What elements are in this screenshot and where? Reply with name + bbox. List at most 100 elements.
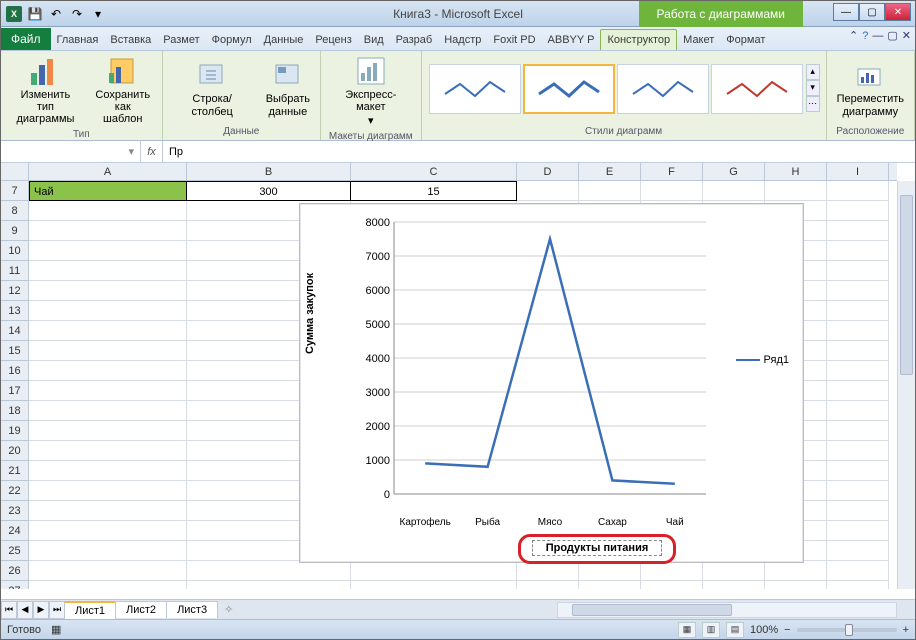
cell[interactable]: [641, 181, 703, 201]
cell[interactable]: [29, 381, 187, 401]
quick-layout-button[interactable]: Экспресс-макет ▾: [327, 53, 415, 129]
cell[interactable]: Чай: [29, 181, 187, 201]
save-template-button[interactable]: Сохранить как шаблон: [90, 53, 156, 127]
cell[interactable]: [29, 481, 187, 501]
style-scroll-down-icon[interactable]: ▾: [806, 80, 820, 96]
close-button[interactable]: ✕: [885, 3, 911, 21]
name-box[interactable]: ▾: [1, 141, 141, 162]
cell[interactable]: [29, 561, 187, 581]
namebox-dropdown-icon[interactable]: ▾: [128, 145, 134, 158]
zoom-slider[interactable]: [797, 628, 897, 632]
row-header[interactable]: 26: [1, 561, 28, 581]
change-chart-type-button[interactable]: Изменить тип диаграммы: [7, 53, 84, 127]
cell[interactable]: [827, 301, 889, 321]
cell[interactable]: [517, 561, 579, 581]
sheet-nav-first-icon[interactable]: ⏮: [1, 601, 17, 619]
zoom-thumb[interactable]: [845, 624, 853, 636]
cell[interactable]: [703, 561, 765, 581]
cell[interactable]: [517, 581, 579, 589]
cell[interactable]: [29, 441, 187, 461]
cell[interactable]: [29, 261, 187, 281]
cell[interactable]: [517, 181, 579, 201]
cell[interactable]: [29, 281, 187, 301]
cell[interactable]: 300: [187, 181, 351, 201]
cell[interactable]: [29, 461, 187, 481]
select-all-corner[interactable]: [1, 163, 29, 181]
cell[interactable]: [827, 561, 889, 581]
column-header[interactable]: G: [703, 163, 765, 180]
cell[interactable]: [827, 401, 889, 421]
view-normal-icon[interactable]: ▦: [678, 622, 696, 638]
zoom-out-icon[interactable]: −: [784, 624, 790, 636]
sheet-nav-prev-icon[interactable]: ◀: [17, 601, 33, 619]
cell[interactable]: [351, 561, 517, 581]
cell[interactable]: [641, 581, 703, 589]
worksheet-grid[interactable]: ABCDEFGHI 789101112131415161718192021222…: [1, 163, 915, 589]
cell[interactable]: [827, 461, 889, 481]
tab-addins[interactable]: Надстр: [438, 30, 487, 50]
sheet-tab-3[interactable]: Лист3: [166, 601, 218, 618]
cell[interactable]: [29, 401, 187, 421]
chart-legend[interactable]: Ряд1: [736, 354, 789, 366]
row-header[interactable]: 8: [1, 201, 28, 221]
chart-style-4[interactable]: [711, 64, 803, 114]
row-headers[interactable]: 789101112131415161718192021222324252627: [1, 181, 29, 589]
excel-app-icon[interactable]: X: [5, 5, 23, 23]
tab-chart-layout[interactable]: Макет: [677, 30, 720, 50]
cell[interactable]: [827, 321, 889, 341]
cell[interactable]: [29, 421, 187, 441]
tab-view[interactable]: Вид: [358, 30, 390, 50]
sheet-nav-next-icon[interactable]: ▶: [33, 601, 49, 619]
row-header[interactable]: 14: [1, 321, 28, 341]
cell[interactable]: [765, 181, 827, 201]
vertical-scrollbar[interactable]: [897, 181, 915, 589]
row-header[interactable]: 13: [1, 301, 28, 321]
ribbon-minimize-icon[interactable]: ⌃: [849, 29, 858, 42]
row-header[interactable]: 15: [1, 341, 28, 361]
switch-row-column-button[interactable]: Строка/столбец: [169, 57, 256, 119]
cell[interactable]: [641, 561, 703, 581]
cell[interactable]: [827, 181, 889, 201]
cell[interactable]: [579, 581, 641, 589]
workbook-close-icon[interactable]: ✕: [902, 29, 911, 42]
minimize-button[interactable]: —: [833, 3, 859, 21]
move-chart-button[interactable]: Переместить диаграмму: [833, 57, 908, 119]
chart-y-axis-title[interactable]: Сумма закупок: [304, 273, 316, 354]
chart-style-3[interactable]: [617, 64, 709, 114]
chart-style-2[interactable]: [523, 64, 615, 114]
cell[interactable]: [29, 541, 187, 561]
cell[interactable]: [579, 181, 641, 201]
view-pagebreak-icon[interactable]: ▤: [726, 622, 744, 638]
column-header[interactable]: A: [29, 163, 187, 180]
cell[interactable]: [827, 281, 889, 301]
row-header[interactable]: 17: [1, 381, 28, 401]
row-header[interactable]: 20: [1, 441, 28, 461]
cell[interactable]: [29, 341, 187, 361]
chart-x-axis-title[interactable]: Продукты питания: [532, 540, 662, 556]
sheet-nav-last-icon[interactable]: ⏭: [49, 601, 65, 619]
tab-developer[interactable]: Разраб: [390, 30, 439, 50]
macro-record-icon[interactable]: ▦: [51, 623, 61, 636]
cell[interactable]: [351, 581, 517, 589]
tab-formulas[interactable]: Формул: [206, 30, 258, 50]
row-header[interactable]: 19: [1, 421, 28, 441]
column-header[interactable]: B: [187, 163, 351, 180]
row-header[interactable]: 7: [1, 181, 28, 201]
style-more-icon[interactable]: ⋯: [806, 96, 820, 112]
cell[interactable]: [29, 361, 187, 381]
chart-object[interactable]: Сумма закупок 01000200030004000500060007…: [299, 203, 804, 563]
row-header[interactable]: 9: [1, 221, 28, 241]
tab-page-layout[interactable]: Размет: [157, 30, 205, 50]
maximize-button[interactable]: ▢: [859, 3, 885, 21]
tab-insert[interactable]: Вставка: [104, 30, 157, 50]
row-header[interactable]: 11: [1, 261, 28, 281]
cell[interactable]: [29, 581, 187, 589]
row-header[interactable]: 18: [1, 401, 28, 421]
cell[interactable]: [29, 201, 187, 221]
column-header[interactable]: I: [827, 163, 889, 180]
chart-plot-area[interactable]: 010002000300040005000600070008000: [358, 218, 710, 508]
fx-icon[interactable]: fx: [141, 141, 163, 162]
tab-abbyy[interactable]: ABBYY P: [542, 30, 601, 50]
tab-chart-design[interactable]: Конструктор: [600, 29, 677, 50]
workbook-restore-icon[interactable]: ▢: [887, 29, 897, 42]
